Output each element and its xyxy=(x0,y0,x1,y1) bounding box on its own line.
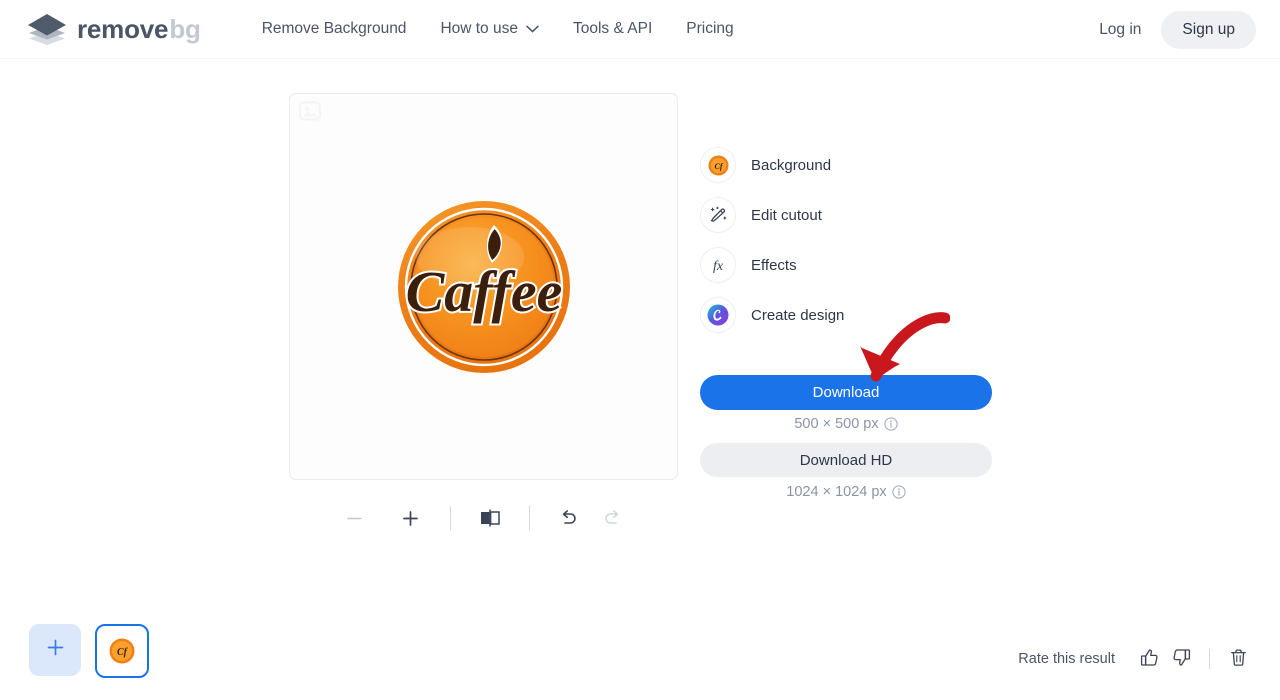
download-hd-button[interactable]: Download HD xyxy=(700,443,992,477)
tool-effects[interactable]: fx Effects xyxy=(700,240,992,290)
toolbar-divider xyxy=(528,506,530,530)
download-hd-size-text: 1024 × 1024 px xyxy=(786,484,887,500)
thumbs-up-button[interactable] xyxy=(1133,643,1165,675)
fx-icon: fx xyxy=(700,247,736,283)
tool-create-design[interactable]: Create design xyxy=(700,290,992,340)
tool-edit-cutout[interactable]: Edit cutout xyxy=(700,190,992,240)
brand-name-primary: remove xyxy=(77,13,169,44)
nav-label: Pricing xyxy=(686,20,734,37)
rate-result-bar: Rate this result xyxy=(1018,643,1254,675)
nav-label: Tools & API xyxy=(572,20,653,37)
signup-button[interactable]: Sign up xyxy=(1161,10,1256,49)
svg-text:Cf: Cf xyxy=(117,647,129,658)
tool-label: Effects xyxy=(751,256,797,274)
magic-brush-icon xyxy=(700,197,736,233)
info-circle-icon[interactable] xyxy=(883,417,898,431)
svg-text:fx: fx xyxy=(713,259,724,274)
nav-item-pricing[interactable]: Pricing xyxy=(669,12,750,46)
trash-icon xyxy=(1229,648,1248,670)
nav-item-remove-background[interactable]: Remove Background xyxy=(245,12,424,46)
add-image-button[interactable] xyxy=(29,624,81,676)
info-circle-icon[interactable] xyxy=(892,485,906,499)
undo-button[interactable] xyxy=(550,499,588,537)
stacked-layers-icon xyxy=(26,12,68,46)
image-thumbnail[interactable]: Cf xyxy=(95,624,149,678)
canvas-toolbar xyxy=(289,495,678,541)
brand-name-secondary: bg xyxy=(169,13,201,44)
login-button[interactable]: Log in xyxy=(1083,12,1157,48)
thumbs-down-icon xyxy=(1172,648,1191,670)
zoom-out-button[interactable] xyxy=(336,499,374,537)
download-size-label: 500 × 500 px xyxy=(700,416,992,432)
download-size-text: 500 × 500 px xyxy=(794,416,879,432)
nav-item-how-to-use[interactable]: How to use xyxy=(423,12,556,46)
tool-background[interactable]: Cf Background xyxy=(700,140,992,190)
zoom-in-button[interactable] xyxy=(392,499,430,537)
svg-text:Cf: Cf xyxy=(714,162,723,171)
brand-wordmark: remove bg xyxy=(77,14,201,45)
editor-tools-panel: Cf Background Edit cutout fx Effects Cre… xyxy=(700,140,992,340)
delete-button[interactable] xyxy=(1222,643,1254,675)
nav-label: How to use xyxy=(440,20,518,37)
rate-divider xyxy=(1209,649,1210,669)
plus-icon xyxy=(46,638,65,662)
chevron-down-icon xyxy=(526,25,539,33)
redo-button[interactable] xyxy=(594,499,632,537)
coffee-badge-logo: Caffee xyxy=(397,200,570,373)
canva-icon xyxy=(700,297,736,333)
compare-toggle-button[interactable] xyxy=(471,499,509,537)
main-navigation: Remove Background How to use Tools & API… xyxy=(245,12,751,46)
thumbnail-artwork: Cf xyxy=(109,638,135,664)
image-placeholder-icon xyxy=(299,101,321,121)
rate-label: Rate this result xyxy=(1018,651,1115,667)
image-canvas[interactable]: Caffee xyxy=(289,93,678,480)
brand-logo[interactable]: remove bg xyxy=(26,12,201,46)
site-header: remove bg Remove Background How to use T… xyxy=(0,0,1280,59)
background-thumbnail-icon: Cf xyxy=(700,147,736,183)
tool-label: Create design xyxy=(751,306,845,324)
thumbs-down-button[interactable] xyxy=(1165,643,1197,675)
tool-label: Edit cutout xyxy=(751,206,822,224)
tool-label: Background xyxy=(751,156,832,174)
download-button[interactable]: Download xyxy=(700,375,992,410)
nav-label: Remove Background xyxy=(261,20,407,37)
header-actions: Log in Sign up xyxy=(1083,0,1256,59)
toolbar-divider xyxy=(449,506,451,530)
thumbs-up-icon xyxy=(1140,648,1159,670)
nav-item-tools-api[interactable]: Tools & API xyxy=(556,12,669,46)
download-hd-size-label: 1024 × 1024 px xyxy=(700,484,992,500)
artwork-text: Caffee xyxy=(405,259,562,324)
